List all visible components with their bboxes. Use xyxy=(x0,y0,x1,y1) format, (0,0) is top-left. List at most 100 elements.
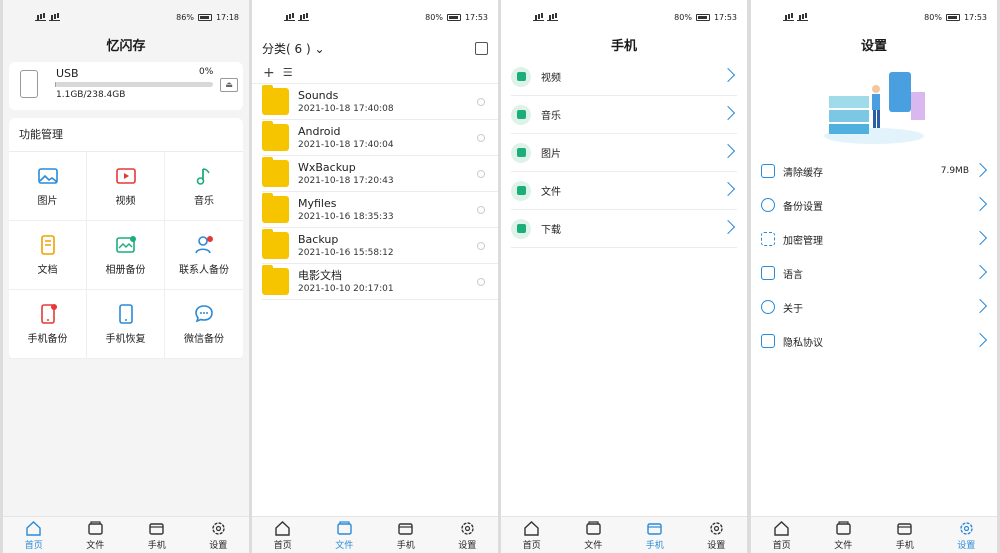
chevron-right-icon xyxy=(972,196,988,212)
setting-about[interactable]: 关于 xyxy=(761,290,989,324)
phone-item-label: 下载 xyxy=(541,225,561,236)
func-pictures[interactable]: 图片 xyxy=(9,152,87,221)
chevron-right-icon xyxy=(720,105,736,121)
phone-item-downloads[interactable]: 下载 xyxy=(511,210,737,248)
file-row[interactable]: Myfiles 2021-10-16 18:35:33 xyxy=(262,192,498,228)
server-illustration xyxy=(824,72,925,144)
file-row[interactable]: 电影文档 2021-10-10 20:17:01 xyxy=(262,264,498,300)
setting-label: 语言 xyxy=(783,269,803,281)
file-list: Sounds 2021-10-18 17:40:08 Android 2021-10-… xyxy=(252,84,498,300)
phone-restore-icon xyxy=(118,304,133,324)
tab-label: 手机 xyxy=(147,540,166,551)
tab-home[interactable]: 首页 xyxy=(507,520,557,551)
language-icon xyxy=(761,266,775,280)
phone-item-video[interactable]: 视频 xyxy=(511,58,737,96)
chevron-right-icon xyxy=(720,143,736,159)
func-wechat-backup[interactable]: 微信备份 xyxy=(165,290,243,359)
phone-item-label: 图片 xyxy=(541,149,561,160)
tab-home[interactable]: 首页 xyxy=(258,520,308,551)
select-radio[interactable] xyxy=(477,170,485,178)
add-icon[interactable]: + xyxy=(263,65,275,81)
chevron-right-icon xyxy=(972,162,988,178)
usb-storage-card[interactable]: USB 0% 1.1GB/238.4GB ⏏ xyxy=(9,62,243,110)
file-row[interactable]: Backup 2021-10-16 15:58:12 xyxy=(262,228,498,264)
file-toolbar: + ☰ xyxy=(252,62,498,84)
file-date: 2021-10-16 15:58:12 xyxy=(298,247,394,258)
sort-icon[interactable]: ☰ xyxy=(283,66,293,79)
function-heading: 功能管理 xyxy=(9,118,243,152)
scan-face-icon xyxy=(761,232,775,246)
tab-settings[interactable]: 设置 xyxy=(193,520,243,551)
usb-drive-icon xyxy=(20,70,38,98)
category-selector[interactable]: 分类( 6 ) ⌄ xyxy=(262,40,325,57)
files-icon xyxy=(836,520,851,535)
edit-icon[interactable] xyxy=(475,41,488,55)
file-date: 2021-10-18 17:20:43 xyxy=(298,175,394,186)
tab-settings[interactable]: 设置 xyxy=(941,520,991,551)
tab-home[interactable]: 首页 xyxy=(9,520,59,551)
function-panel: 功能管理 图片 视频 音乐 文档 相册备份 联系人备份 手机备份 手机恢复 微信… xyxy=(9,118,243,359)
tab-files[interactable]: 文件 xyxy=(818,520,868,551)
select-radio[interactable] xyxy=(477,98,485,106)
app-screens: 86% 17:18 忆闪存 USB 0% 1.1GB/238.4GB ⏏ 功能管理… xyxy=(0,0,1000,553)
chevron-right-icon xyxy=(720,67,736,83)
tab-phone[interactable]: 手机 xyxy=(132,520,182,551)
tab-label: 文件 xyxy=(834,540,853,551)
tab-phone[interactable]: 手机 xyxy=(381,520,431,551)
func-video[interactable]: 视频 xyxy=(87,152,165,221)
phone-item-label: 音乐 xyxy=(541,111,561,122)
tab-phone[interactable]: 手机 xyxy=(880,520,930,551)
music-icon xyxy=(196,168,210,185)
func-album-backup[interactable]: 相册备份 xyxy=(87,221,165,290)
phone-icon xyxy=(647,522,662,535)
func-documents[interactable]: 文档 xyxy=(9,221,87,290)
select-radio[interactable] xyxy=(477,278,485,286)
tab-label: 首页 xyxy=(24,540,43,551)
phone-item-label: 视频 xyxy=(541,73,561,84)
tab-phone[interactable]: 手机 xyxy=(630,520,680,551)
setting-clear-cache[interactable]: 清除缓存 7.9MB xyxy=(761,154,989,188)
file-row[interactable]: Android 2021-10-18 17:40:04 xyxy=(262,120,498,156)
setting-label: 备份设置 xyxy=(783,201,823,213)
select-radio[interactable] xyxy=(477,134,485,142)
tab-settings[interactable]: 设置 xyxy=(442,520,492,551)
setting-language[interactable]: 语言 xyxy=(761,256,989,290)
file-row[interactable]: Sounds 2021-10-18 17:40:08 xyxy=(262,84,498,120)
func-phone-backup[interactable]: 手机备份 xyxy=(9,290,87,359)
select-radio[interactable] xyxy=(477,242,485,250)
file-name: Myfiles xyxy=(298,196,337,210)
tab-files[interactable]: 文件 xyxy=(70,520,120,551)
func-phone-restore[interactable]: 手机恢复 xyxy=(87,290,165,359)
page-title: 设置 xyxy=(860,38,887,54)
gear-icon xyxy=(761,198,775,212)
phone-icon xyxy=(398,522,413,535)
phone-item-files[interactable]: 文件 xyxy=(511,172,737,210)
tab-bar: 首页 文件 手机 设置 xyxy=(3,516,249,553)
files-icon xyxy=(88,520,103,535)
func-label: 音乐 xyxy=(194,196,214,207)
func-music[interactable]: 音乐 xyxy=(165,152,243,221)
phone-item-pictures[interactable]: 图片 xyxy=(511,134,737,172)
wifi-icon xyxy=(298,14,309,21)
phone-item-music[interactable]: 音乐 xyxy=(511,96,737,134)
setting-privacy[interactable]: 隐私协议 xyxy=(761,324,989,358)
func-label: 手机恢复 xyxy=(105,334,146,345)
eject-icon[interactable]: ⏏ xyxy=(220,78,238,92)
setting-backup[interactable]: 备份设置 xyxy=(761,188,989,222)
tab-settings[interactable]: 设置 xyxy=(691,520,741,551)
setting-encryption[interactable]: 加密管理 xyxy=(761,222,989,256)
files-icon xyxy=(337,520,352,535)
status-bar: 80% 17:53 xyxy=(751,0,997,34)
file-row[interactable]: WxBackup 2021-10-18 17:20:43 xyxy=(262,156,498,192)
select-radio[interactable] xyxy=(477,206,485,214)
wifi-icon xyxy=(49,14,60,21)
tab-home[interactable]: 首页 xyxy=(757,520,807,551)
contacts-backup-icon xyxy=(195,236,213,254)
func-contacts-backup[interactable]: 联系人备份 xyxy=(165,221,243,290)
home-icon xyxy=(275,520,290,536)
tab-files[interactable]: 文件 xyxy=(319,520,369,551)
chevron-right-icon xyxy=(972,264,988,280)
function-grid: 图片 视频 音乐 文档 相册备份 联系人备份 手机备份 手机恢复 微信备份 xyxy=(9,152,243,359)
home-icon xyxy=(524,520,539,536)
tab-files[interactable]: 文件 xyxy=(568,520,618,551)
